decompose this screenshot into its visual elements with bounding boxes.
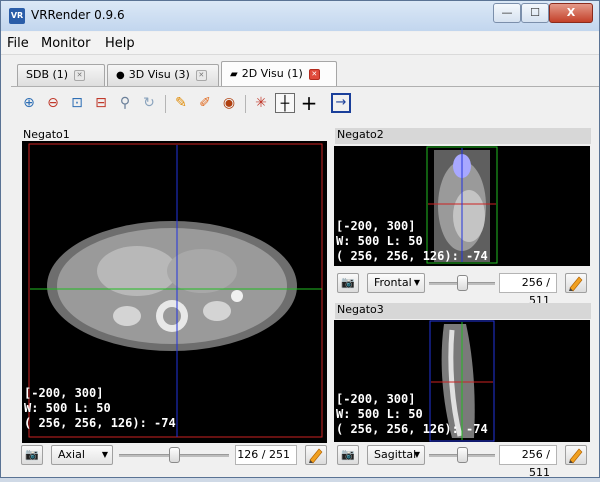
negato2-view[interactable]: [-200, 300] W: 500 L: 50 ( 256, 256, 126… [334,146,590,266]
orientation-select[interactable]: Sagittal ▼ [367,445,425,465]
slice-index-field[interactable]: 256 / 511 [499,445,557,479]
overlay-window-range: [-200, 300] [24,386,104,400]
maximize-button[interactable]: ☐ [521,3,549,23]
orientation-select[interactable]: Axial ▼ [51,445,113,465]
view-label-negato3: Negato3 [335,303,591,319]
slider-handle[interactable] [169,447,180,463]
zoom-reset-icon[interactable]: ⊟ [91,93,111,113]
toolbar-separator [245,95,246,113]
menu-monitor[interactable]: Monitor [41,36,90,51]
tab-bar: SDB (1) ✕ ● 3D Visu (3) ✕ ▰ 2D Visu (1) ✕ [1,56,599,87]
negato3-view[interactable]: [-200, 300] W: 500 L: 50 ( 256, 256, 126… [334,320,590,442]
orientation-value: Frontal [374,276,412,289]
pencil-icon [309,448,323,464]
eye-icon[interactable]: ◉ [219,93,239,113]
menu-file[interactable]: File [7,36,29,51]
slider-handle[interactable] [457,275,468,291]
orientation-select[interactable]: Frontal ▼ [367,273,425,293]
overlay-window-range: [-200, 300] [336,392,416,406]
tab-2d-visu[interactable]: ▰ 2D Visu (1) ✕ [221,61,337,87]
overlay-window-range: [-200, 300] [336,219,416,233]
chevron-down-icon: ▼ [413,450,420,459]
menu-help[interactable]: Help [105,36,135,51]
slices-icon: ▰ [230,69,238,80]
pencil-icon [569,276,583,292]
export-icon[interactable]: → [331,93,351,113]
overlay-voxel-value: ( 256, 256, 126): -74 [336,422,488,436]
slice-index-field[interactable]: 256 / 511 [499,273,557,307]
pencil-button[interactable] [305,445,327,465]
slice-index-field[interactable]: 126 / 251 [235,445,297,465]
close-button[interactable]: X [549,3,593,23]
chevron-down-icon: ▼ [413,278,420,287]
overlay-window-level: W: 500 L: 50 [336,234,423,248]
snapshot-camera-button[interactable]: 📷 [21,445,43,465]
magnifier-icon[interactable]: ⚲ [115,93,135,113]
snapshot-camera-button[interactable]: 📷 [337,445,359,465]
tab-label: 2D Visu (1) [241,67,303,80]
pencil-icon [569,448,583,464]
title-bar[interactable]: VR VRRender 0.9.6 — ☐ X [1,1,599,31]
chevron-down-icon: ▼ [101,450,108,459]
tab-sdb[interactable]: SDB (1) ✕ [17,64,105,86]
crosshair-full-icon[interactable]: + [299,93,319,113]
eye-icon: ● [116,70,125,81]
slice-slider[interactable] [119,445,229,465]
window-title: VRRender 0.9.6 [31,8,125,22]
app-logo-icon: VR [9,8,25,24]
toolbar: ⊕ ⊖ ⊡ ⊟ ⚲ ↻ ✎ ✐ ◉ ✳ ┼ + → [19,93,589,117]
orientation-value: Sagittal [374,448,417,461]
zoom-in-icon[interactable]: ⊕ [19,93,39,113]
tab-3d-visu[interactable]: ● 3D Visu (3) ✕ [107,64,219,86]
slice-slider[interactable] [429,273,495,293]
app-window: VR VRRender 0.9.6 — ☐ X File Monitor Hel… [0,0,600,479]
toolbar-separator [165,95,166,113]
tab-label: 3D Visu (3) [128,68,190,81]
orientation-value: Axial [58,448,85,461]
zoom-out-icon[interactable]: ⊖ [43,93,63,113]
view-label-negato2: Negato2 [335,128,591,144]
menu-bar: File Monitor Help [1,32,599,55]
crosshair-dash-icon[interactable]: ┼ [275,93,295,113]
overlay-window-level: W: 500 L: 50 [336,407,423,421]
slice-slider[interactable] [429,445,495,465]
crosshair-hide-icon[interactable]: ✳ [251,93,271,113]
negato1-view[interactable]: [-200, 300] W: 500 L: 50 ( 256, 256, 126… [22,141,327,443]
tab-label: SDB (1) [26,68,69,81]
pencil-button[interactable] [565,273,587,293]
snapshot-camera-button[interactable]: 📷 [337,273,359,293]
tab-close-icon[interactable]: ✕ [74,69,86,81]
overlay-window-level: W: 500 L: 50 [24,401,111,415]
pencil-icon[interactable]: ✎ [171,93,191,113]
view-label-negato1: Negato1 [23,128,70,141]
pencil-button[interactable] [565,445,587,465]
overlay-voxel-value: ( 256, 256, 126): -74 [24,416,176,430]
eraser-icon[interactable]: ✐ [195,93,215,113]
rotate-icon[interactable]: ↻ [139,93,159,113]
zoom-region-icon[interactable]: ⊡ [67,93,87,113]
slider-handle[interactable] [457,447,468,463]
minimize-button[interactable]: — [493,3,521,23]
tab-close-icon[interactable]: ✕ [308,68,320,80]
overlay-voxel-value: ( 256, 256, 126): -74 [336,249,488,263]
tab-close-icon[interactable]: ✕ [195,69,207,81]
